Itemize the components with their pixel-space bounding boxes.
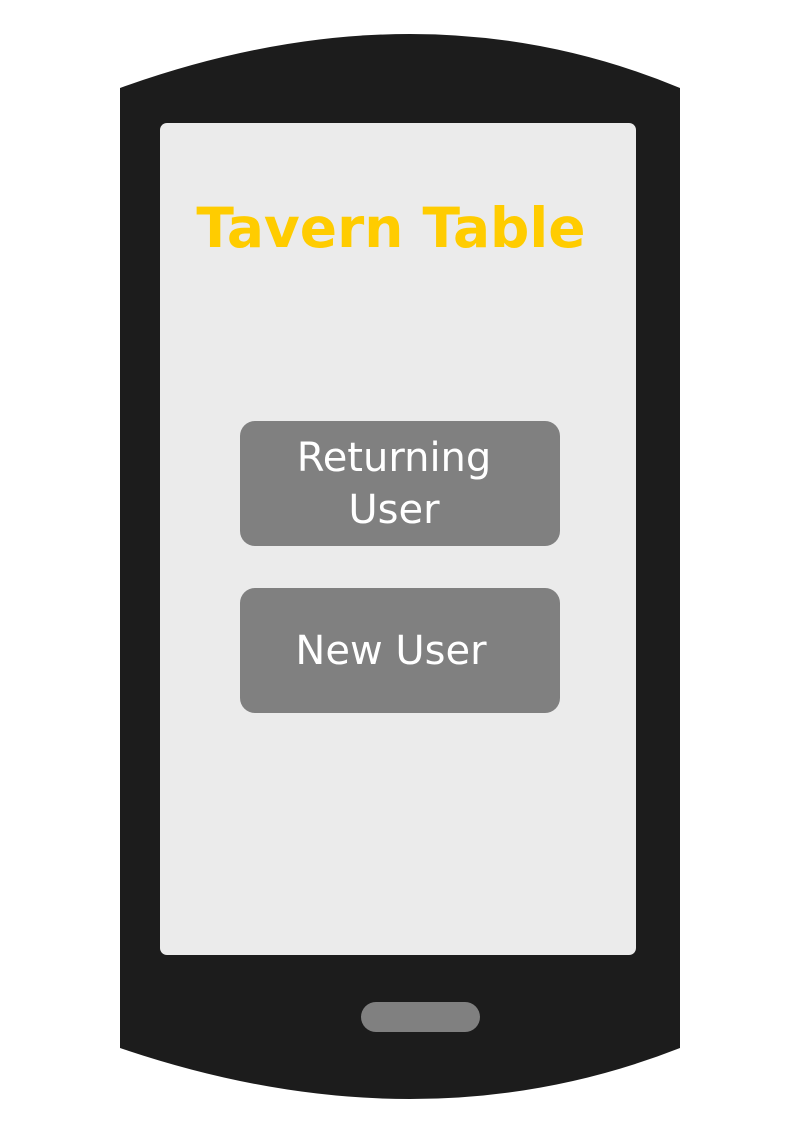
returning-user-label-line-2: User bbox=[348, 486, 440, 533]
new-user-button[interactable]: New User bbox=[240, 588, 560, 713]
returning-user-button[interactable]: Returning User bbox=[240, 421, 560, 546]
returning-user-label-line-1: Returning bbox=[296, 434, 492, 481]
new-user-label: New User bbox=[295, 627, 487, 674]
app-title: Tavern Table bbox=[196, 196, 586, 260]
home-button[interactable] bbox=[361, 1002, 480, 1032]
